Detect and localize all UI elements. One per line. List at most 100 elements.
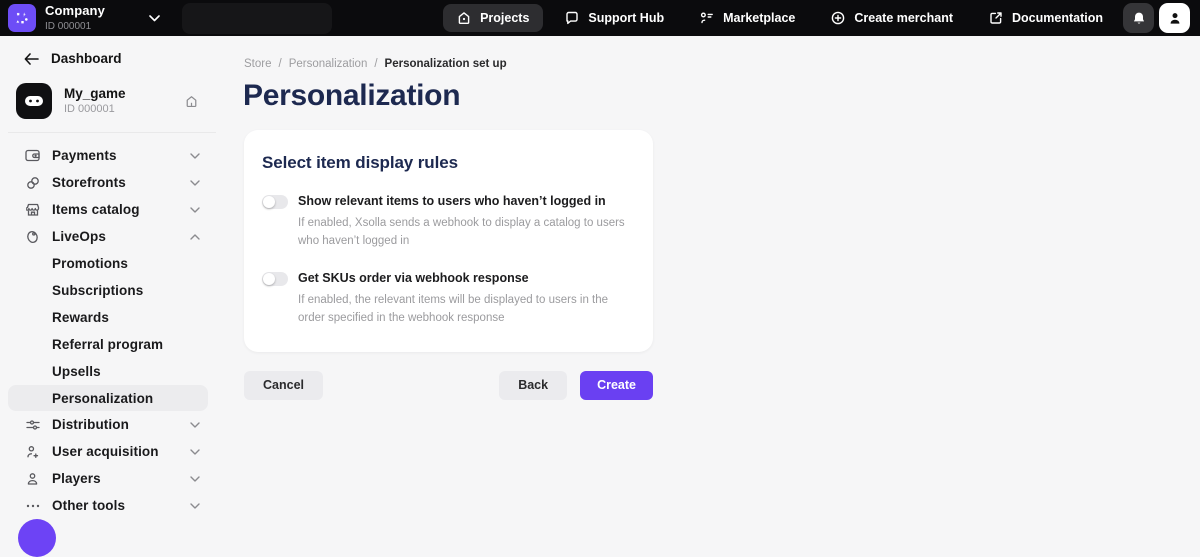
- ellipsis-icon: [24, 504, 41, 508]
- toggle-row-skus-order: Get SKUs order via webhook response If e…: [262, 271, 629, 327]
- sidebar: Dashboard My_game ID 000001 Payments S: [0, 36, 216, 531]
- page-title: Personalization: [243, 79, 1200, 113]
- company-id: ID 000001: [45, 21, 105, 32]
- nav-documentation-label: Documentation: [1012, 11, 1103, 25]
- sidebar-item-promotions[interactable]: Promotions: [0, 250, 216, 277]
- nav-projects[interactable]: Projects: [443, 4, 543, 32]
- sidebar-item-label: User acquisition: [52, 444, 159, 459]
- toggle-description: If enabled, the relevant items will be d…: [298, 291, 629, 327]
- chevron-down-icon: [190, 153, 200, 159]
- sidebar-item-personalization[interactable]: Personalization: [8, 385, 208, 411]
- nav-create-merchant-label: Create merchant: [854, 11, 953, 25]
- breadcrumb-separator: /: [374, 58, 377, 70]
- home-icon[interactable]: [185, 95, 198, 108]
- breadcrumb-separator: /: [279, 58, 282, 70]
- storefront-icon: [24, 203, 41, 217]
- nav-projects-label: Projects: [480, 11, 529, 25]
- sidebar-item-label: Storefronts: [52, 175, 126, 190]
- person-icon: [1168, 11, 1182, 26]
- sidebar-item-subscriptions[interactable]: Subscriptions: [0, 277, 216, 304]
- sidebar-item-liveops[interactable]: LiveOps: [0, 223, 216, 250]
- chevron-down-icon[interactable]: [149, 15, 160, 22]
- nav-marketplace[interactable]: Marketplace: [686, 4, 809, 32]
- toggle-label: Show relevant items to users who haven’t…: [298, 194, 629, 208]
- create-button[interactable]: Create: [580, 371, 653, 400]
- dashboard-label: Dashboard: [51, 51, 122, 66]
- sidebar-item-label: Distribution: [52, 417, 129, 432]
- sidebar-item-label: LiveOps: [52, 229, 106, 244]
- project-info: My_game ID 000001: [64, 86, 126, 116]
- sliders-icon: [24, 419, 41, 431]
- show-relevant-items-toggle[interactable]: [262, 195, 288, 209]
- chevron-down-icon: [190, 207, 200, 213]
- action-bar: Cancel Back Create: [244, 371, 653, 400]
- topbar-placeholder-panel: [182, 3, 332, 34]
- sidebar-item-items-catalog[interactable]: Items catalog: [0, 196, 216, 223]
- toggle-knob: [263, 196, 275, 208]
- sidebar-item-label: Payments: [52, 148, 117, 163]
- project-name: My_game: [64, 86, 126, 102]
- project-logo[interactable]: [16, 83, 52, 119]
- sidebar-item-rewards[interactable]: Rewards: [0, 304, 216, 331]
- toggle-description: If enabled, Xsolla sends a webhook to di…: [298, 214, 629, 250]
- sidebar-item-storefronts[interactable]: Storefronts: [0, 169, 216, 196]
- top-bar: Company ID 000001 Projects Support Hub M…: [0, 0, 1200, 36]
- back-button[interactable]: Back: [499, 371, 567, 400]
- toggle-text: Get SKUs order via webhook response If e…: [298, 271, 629, 327]
- display-rules-card: Select item display rules Show relevant …: [244, 130, 653, 352]
- chat-icon: [565, 11, 579, 25]
- sidebar-item-label: Players: [52, 471, 101, 486]
- sidebar-item-label: Other tools: [52, 498, 125, 513]
- sidebar-item-label: Items catalog: [52, 202, 140, 217]
- sidebar-item-distribution[interactable]: Distribution: [0, 411, 216, 438]
- chevron-down-icon: [190, 422, 200, 428]
- nav-documentation[interactable]: Documentation: [975, 4, 1117, 32]
- nav-support-hub-label: Support Hub: [588, 11, 664, 25]
- link-icon: [24, 176, 41, 190]
- arrow-left-icon: [24, 53, 39, 65]
- notifications-button[interactable]: [1123, 3, 1154, 33]
- sidebar-divider: [8, 132, 216, 133]
- chevron-up-icon: [190, 234, 200, 240]
- toggle-text: Show relevant items to users who haven’t…: [298, 194, 629, 250]
- nav-marketplace-label: Marketplace: [723, 11, 795, 25]
- breadcrumb-store[interactable]: Store: [244, 58, 272, 70]
- help-fab-button[interactable]: [18, 519, 56, 557]
- toggle-knob: [263, 273, 275, 285]
- sidebar-item-payments[interactable]: Payments: [0, 142, 216, 169]
- company-selector[interactable]: Company ID 000001: [45, 4, 105, 31]
- user-plus-icon: [24, 445, 41, 459]
- person-icon: [24, 472, 41, 486]
- sidebar-item-upsells[interactable]: Upsells: [0, 358, 216, 385]
- sidebar-item-other-tools[interactable]: Other tools: [0, 492, 216, 519]
- toggle-label: Get SKUs order via webhook response: [298, 271, 629, 285]
- gamepad-icon: [24, 94, 44, 108]
- company-name: Company: [45, 4, 105, 18]
- plus-circle-icon: [831, 11, 845, 25]
- chevron-down-icon: [190, 180, 200, 186]
- sidebar-item-players[interactable]: Players: [0, 465, 216, 492]
- back-to-dashboard[interactable]: Dashboard: [24, 51, 216, 66]
- nav-create-merchant[interactable]: Create merchant: [817, 4, 967, 32]
- toggle-row-relevant-items: Show relevant items to users who haven’t…: [262, 194, 629, 250]
- cancel-button[interactable]: Cancel: [244, 371, 323, 400]
- chevron-down-icon: [190, 503, 200, 509]
- sidebar-item-referral-program[interactable]: Referral program: [0, 331, 216, 358]
- nav-support-hub[interactable]: Support Hub: [551, 4, 678, 32]
- sidebar-item-user-acquisition[interactable]: User acquisition: [0, 438, 216, 465]
- main-content: Store / Personalization / Personalizatio…: [216, 36, 1200, 531]
- external-link-icon: [989, 11, 1003, 25]
- get-skus-order-toggle[interactable]: [262, 272, 288, 286]
- wallet-icon: [24, 149, 41, 162]
- breadcrumb: Store / Personalization / Personalizatio…: [244, 58, 1200, 70]
- project-id: ID 000001: [64, 103, 126, 116]
- account-button[interactable]: [1159, 3, 1190, 33]
- chevron-down-icon: [190, 449, 200, 455]
- breadcrumb-personalization[interactable]: Personalization: [289, 58, 368, 70]
- chevron-down-icon: [190, 476, 200, 482]
- tag-icon: [24, 230, 41, 244]
- company-logo[interactable]: [8, 4, 36, 32]
- breadcrumb-current: Personalization set up: [385, 58, 507, 70]
- list-icon: [700, 11, 714, 25]
- card-heading: Select item display rules: [262, 153, 629, 173]
